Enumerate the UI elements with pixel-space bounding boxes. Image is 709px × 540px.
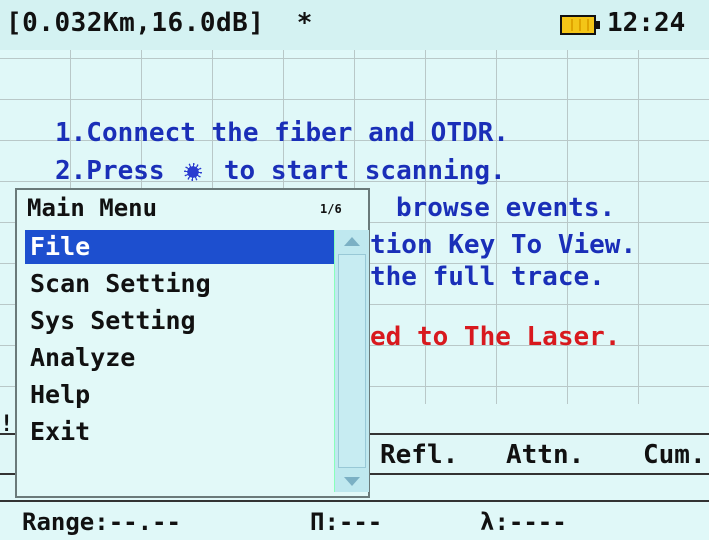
laser-start-icon [180, 161, 208, 183]
menu-item-exit[interactable]: Exit [25, 415, 337, 449]
menu-scrollbar[interactable] [334, 230, 369, 492]
scroll-up-arrow-icon[interactable] [338, 230, 366, 252]
col-cum: Cum. [643, 440, 706, 470]
range-value: Range:--.-- [22, 508, 181, 536]
divider [0, 500, 709, 502]
hint-line-2: 2.Press to start scanning. [55, 156, 506, 186]
hint-line-5: the full trace. [370, 262, 605, 292]
wavelength-value: λ:---- [480, 508, 567, 536]
menu-item-file[interactable]: File [25, 230, 337, 264]
menu-item-help[interactable]: Help [25, 378, 337, 412]
battery-tip [596, 21, 600, 29]
main-menu: Main Menu 1/6 File Scan Setting Sys Sett… [15, 188, 370, 498]
bottom-status-bar: Range:--.-- П:--- λ:---- [0, 506, 709, 540]
hint-line-4: tion Key To View. [370, 230, 637, 260]
range-loss-readout: [0.032Km,16.0dB] * [6, 8, 313, 38]
clock: 12:24 [607, 8, 686, 38]
menu-item-scan-setting[interactable]: Scan Setting [25, 267, 337, 301]
scroll-down-arrow-icon[interactable] [338, 470, 366, 492]
otdr-screen: [0.032Km,16.0dB] * 12:24 1.Connect the f… [0, 0, 709, 540]
laser-warning: ed to The Laser. [370, 322, 621, 352]
status-bar: [0.032Km,16.0dB] * 12:24 [0, 0, 709, 50]
hint-line-2-prefix: 2.Press [55, 156, 181, 186]
hint-line-3: browse events. [396, 193, 616, 223]
col-refl: Refl. [380, 440, 459, 470]
menu-item-sys-setting[interactable]: Sys Setting [25, 304, 337, 338]
hint-line-2-suffix: to start scanning. [208, 156, 506, 186]
menu-page-indicator: 1/6 [320, 202, 342, 216]
menu-item-analyze[interactable]: Analyze [25, 341, 337, 375]
col-attn: Attn. [506, 440, 585, 470]
scroll-thumb[interactable] [338, 254, 366, 468]
menu-title: Main Menu [27, 194, 158, 222]
pulse-value: П:--- [310, 508, 383, 536]
hint-line-1: 1.Connect the fiber and OTDR. [55, 118, 509, 148]
battery-icon [560, 15, 596, 35]
